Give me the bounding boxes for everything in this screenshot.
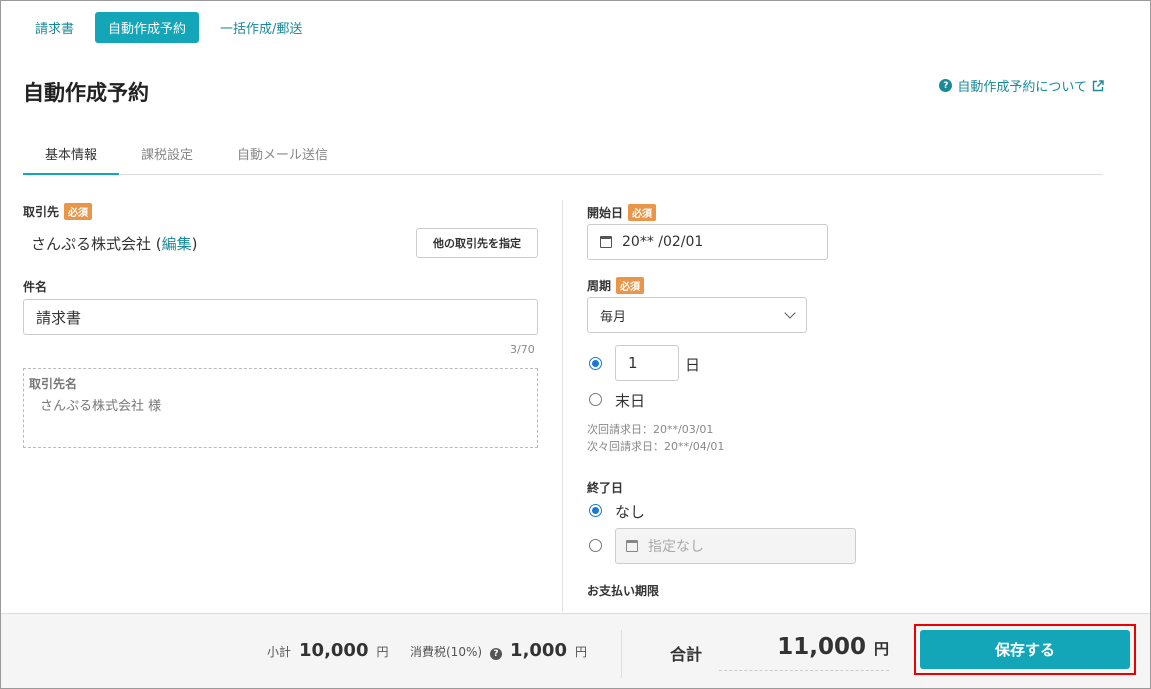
client-name-text: さんぷる株式会社 ( [31, 235, 162, 253]
subject-input[interactable]: 請求書 [23, 299, 538, 335]
end-date-input: 指定なし [615, 528, 856, 564]
client-display-value: さんぷる株式会社 様 [40, 399, 162, 414]
total-label: 合計 [670, 645, 703, 664]
client-label-row: 取引先 必須 [23, 203, 93, 220]
column-divider [562, 200, 563, 612]
required-badge: 必須 [628, 204, 657, 221]
end-of-month-label: 末日 [615, 392, 646, 410]
top-nav: 請求書 自動作成予約 一括作成/郵送 [22, 12, 315, 43]
footer-bar: 小計 10,000 円 消費税(10%) ? 1,000 円 合計 11,000… [1, 613, 1150, 688]
tax-value: 1,000 [510, 640, 567, 661]
subtotal-unit: 円 [376, 645, 389, 659]
day-radio[interactable] [589, 357, 602, 370]
end-date-radio[interactable] [589, 539, 602, 552]
nav-item-bulk-create[interactable]: 一括作成/郵送 [207, 12, 315, 43]
total-amount: 11,000 円 [719, 634, 889, 671]
chevron-down-icon [784, 307, 796, 319]
tax: 消費税(10%) ? 1,000 円 [410, 640, 587, 661]
subtotal-label: 小計 [267, 645, 292, 659]
day-input[interactable]: 1 [615, 345, 679, 381]
window-frame [0, 0, 1151, 689]
tab-auto-mail[interactable]: 自動メール送信 [215, 134, 350, 175]
end-of-month-radio[interactable] [589, 393, 602, 406]
nav-item-auto-schedule[interactable]: 自動作成予約 [95, 12, 200, 43]
tax-unit: 円 [574, 645, 587, 659]
next-next-invoice-date: 次々回請求日：20**/04/01 [587, 440, 725, 453]
client-display-preview: 取引先名 さんぷる株式会社 様 [23, 368, 538, 448]
cycle-label-row: 周期 必須 [587, 277, 645, 294]
subtotal: 小計 10,000 円 [267, 640, 389, 661]
next-dates: 次回請求日：20**/03/01 次々回請求日：20**/04/01 [587, 421, 724, 455]
end-none-radio[interactable] [589, 504, 602, 517]
subject-label: 件名 [23, 280, 48, 294]
help-link[interactable]: ? 自動作成予約について [939, 76, 1104, 95]
footer-divider [621, 630, 622, 678]
end-none-label: なし [615, 503, 646, 521]
start-date-input[interactable]: 20** /02/01 [587, 224, 828, 260]
tab-tax-settings[interactable]: 課税設定 [119, 134, 215, 175]
save-button[interactable]: 保存する [920, 630, 1130, 669]
end-date-placeholder: 指定なし [648, 539, 704, 555]
cycle-label: 周期 [587, 279, 612, 293]
total-unit: 円 [873, 640, 889, 658]
client-display-label: 取引先名 [29, 377, 78, 391]
cycle-select-value: 毎月 [600, 309, 627, 325]
total-value: 11,000 [777, 634, 866, 660]
start-date-label: 開始日 [587, 206, 624, 220]
client-edit-link[interactable]: 編集 [162, 235, 192, 253]
tab-basic-info[interactable]: 基本情報 [23, 134, 120, 175]
client-name-close: ) [191, 235, 198, 253]
page-title: 自動作成予約 [23, 81, 149, 105]
calendar-icon [626, 540, 638, 552]
start-date-value: 20** /02/01 [622, 234, 704, 250]
tax-label: 消費税(10%) [410, 645, 483, 659]
next-invoice-date: 次回請求日：20**/03/01 [587, 423, 714, 436]
required-badge: 必須 [616, 277, 645, 294]
client-label: 取引先 [23, 205, 60, 219]
cycle-select[interactable]: 毎月 [587, 297, 807, 333]
save-button-highlight: 保存する [914, 624, 1136, 675]
subtotal-value: 10,000 [299, 640, 369, 661]
tax-help-icon[interactable]: ? [490, 648, 503, 660]
external-link-icon [1092, 79, 1104, 91]
nav-item-invoice[interactable]: 請求書 [22, 12, 87, 43]
tab-bar: 基本情報 課税設定 自動メール送信 [23, 134, 1103, 175]
question-icon: ? [939, 79, 953, 92]
client-name: さんぷる株式会社 (編集) [31, 233, 198, 254]
calendar-icon [600, 236, 612, 248]
other-client-button[interactable]: 他の取引先を指定 [416, 228, 538, 258]
due-date-label: お支払い期限 [587, 584, 660, 598]
subject-counter: 3/70 [510, 343, 535, 356]
day-unit: 日 [685, 356, 701, 374]
help-link-label: 自動作成予約について [957, 80, 1087, 95]
start-date-label-row: 開始日 必須 [587, 204, 657, 221]
end-date-label: 終了日 [587, 481, 624, 495]
required-badge: 必須 [64, 203, 93, 220]
